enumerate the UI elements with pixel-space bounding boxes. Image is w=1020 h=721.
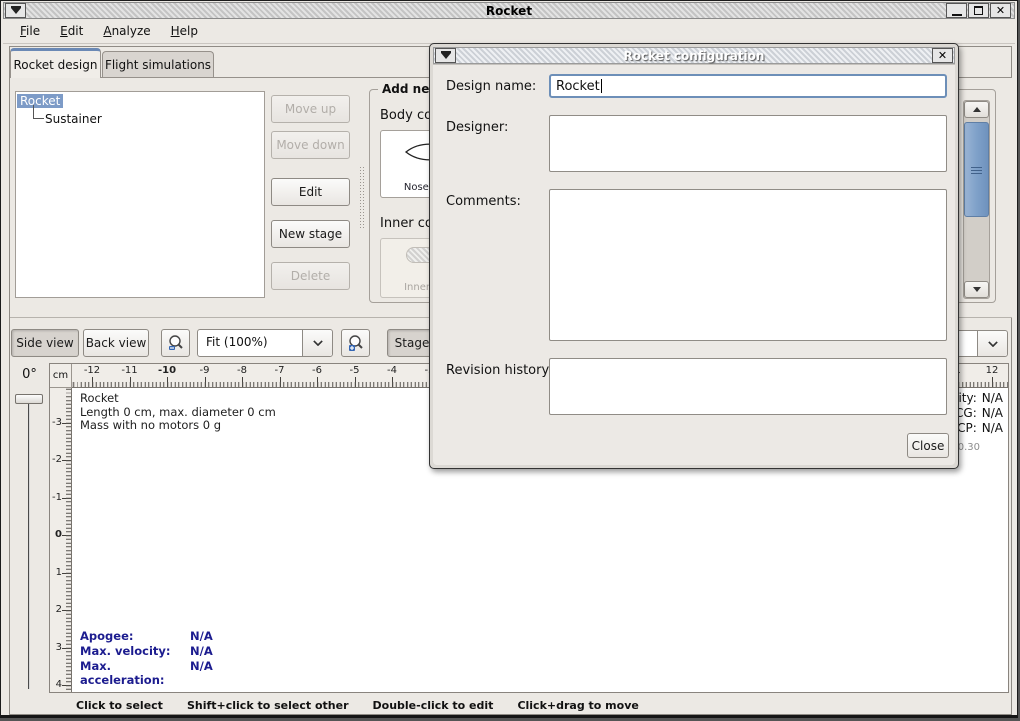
design-name-label: Design name: [446, 79, 536, 94]
close-icon: ✕ [996, 5, 1005, 16]
close-icon: ✕ [938, 49, 947, 62]
window-title: Rocket [4, 4, 1014, 18]
tree-branch-line [33, 105, 44, 119]
minimize-button[interactable] [946, 3, 967, 18]
max-acceleration-value: N/A [190, 659, 213, 687]
dialog-body: Design name: Rocket Designer: Comments: … [433, 64, 955, 465]
design-name-text: Rocket [556, 79, 600, 94]
tree-item-sustainer-label[interactable]: Sustainer [45, 111, 102, 127]
minimize-icon [952, 14, 962, 16]
maximize-icon [974, 6, 983, 15]
combo-arrow[interactable] [977, 331, 1007, 356]
rotation-slider-handle[interactable] [15, 394, 43, 404]
zoom-level-combobox[interactable]: Fit (100%) [197, 329, 333, 357]
title-bar[interactable]: Rocket ✕ [3, 2, 1015, 19]
status-bar: Click to select Shift+click to select ot… [10, 695, 1008, 715]
menu-bar: File Edit Analyze Help [3, 19, 1015, 44]
splitter-handle[interactable] [359, 166, 366, 228]
move-down-button[interactable]: Move down [271, 131, 350, 159]
ruler-unit-label: cm [50, 364, 72, 388]
zoom-out-button[interactable] [161, 329, 190, 357]
dialog-close-action-button[interactable]: Close [907, 433, 949, 458]
close-button[interactable]: ✕ [990, 3, 1011, 18]
max-velocity-label: Max. velocity: [80, 644, 190, 658]
designer-textarea[interactable] [549, 115, 947, 172]
scrollbar-thumb[interactable] [964, 122, 989, 217]
hint-drag: Click+drag to move [517, 699, 638, 712]
hint-click-select: Click to select [76, 699, 163, 712]
menu-help[interactable]: Help [162, 21, 207, 41]
text-cursor [601, 79, 602, 93]
tab-rocket-design[interactable]: Rocket design [10, 48, 101, 78]
zoom-in-button[interactable] [341, 329, 370, 357]
rocket-configuration-dialog: Rocket configuration ✕ Design name: Rock… [429, 43, 959, 469]
arrow-up-icon [973, 107, 981, 112]
cg-value: N/A [982, 406, 1003, 420]
apogee-label: Apogee: [80, 629, 190, 643]
component-tree[interactable]: Rocket Sustainer [15, 91, 265, 298]
menu-file[interactable]: File [11, 21, 49, 41]
flight-stats: Apogee:N/A Max. velocity:N/A Max. accele… [80, 629, 213, 687]
designer-label: Designer: [446, 120, 508, 135]
edit-button[interactable]: Edit [271, 178, 350, 206]
new-stage-button[interactable]: New stage [271, 220, 350, 248]
dialog-close-button[interactable]: ✕ [932, 48, 953, 63]
zoom-out-icon [167, 334, 185, 352]
combo-arrow[interactable] [302, 330, 332, 356]
back-view-button[interactable]: Back view [83, 329, 149, 357]
revision-history-label: Revision history: [446, 363, 553, 378]
rotation-slider-track[interactable] [28, 399, 30, 689]
main-window: Rocket ✕ File Edit Analyze Help Rocket d… [0, 0, 1018, 718]
max-velocity-value: N/A [190, 644, 213, 658]
arrow-down-icon [973, 287, 981, 292]
chevron-down-icon [988, 341, 998, 347]
hint-shift-click: Shift+click to select other [187, 699, 349, 712]
component-panel-scrollbar[interactable] [963, 100, 990, 299]
revision-history-textarea[interactable] [549, 358, 947, 415]
move-up-button[interactable]: Move up [271, 95, 350, 123]
vertical-ruler: -3-2-101234 [50, 388, 72, 692]
comments-textarea[interactable] [549, 189, 947, 341]
scroll-down-button[interactable] [964, 281, 989, 298]
rotation-angle-label: 0° [13, 367, 46, 389]
rocket-info-text: Rocket Length 0 cm, max. diameter 0 cm M… [80, 392, 276, 433]
stability-value: N/A [982, 391, 1003, 405]
dialog-title-bar[interactable]: Rocket configuration ✕ [433, 47, 955, 64]
zoom-in-icon [347, 334, 365, 352]
tab-flight-simulations[interactable]: Flight simulations [102, 51, 214, 78]
scroll-up-button[interactable] [964, 101, 989, 118]
apogee-value: N/A [190, 629, 213, 643]
side-view-button[interactable]: Side view [11, 329, 79, 357]
menu-analyze[interactable]: Analyze [94, 21, 159, 41]
hint-double-click: Double-click to edit [373, 699, 494, 712]
cp-value: N/A [982, 421, 1003, 435]
maximize-button[interactable] [968, 3, 989, 18]
tree-item-rocket[interactable]: Rocket [17, 93, 264, 109]
design-name-input[interactable]: Rocket [549, 74, 947, 98]
delete-button[interactable]: Delete [271, 262, 350, 290]
comments-label: Comments: [446, 194, 521, 209]
dialog-title: Rocket configuration [434, 49, 954, 63]
tree-item-sustainer[interactable]: Sustainer [16, 111, 264, 127]
menu-edit[interactable]: Edit [51, 21, 92, 41]
zoom-level-value: Fit (100%) [198, 330, 302, 356]
max-acceleration-label: Max. acceleration: [80, 659, 190, 687]
chevron-down-icon [313, 340, 323, 346]
